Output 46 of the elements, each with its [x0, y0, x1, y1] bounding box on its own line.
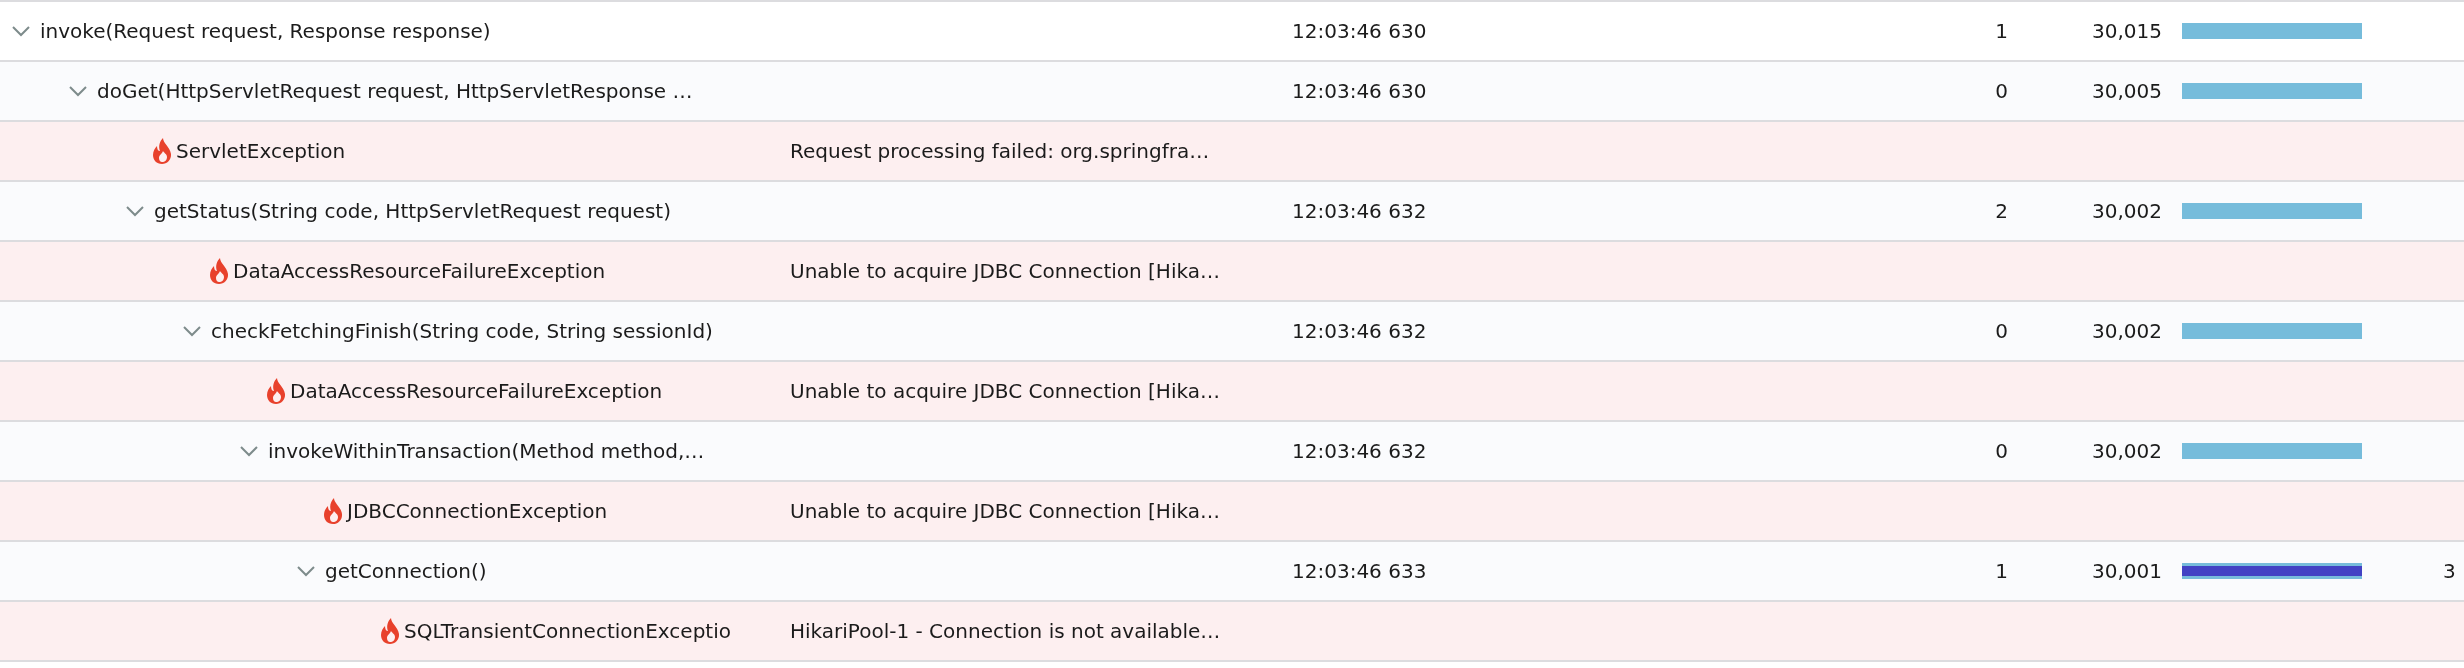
flame-icon — [380, 618, 400, 644]
method-name: invoke(Request request, Response response) — [40, 18, 491, 45]
call-count: 0 — [1995, 79, 2008, 103]
exception-name: DataAccessResourceFailureException — [290, 378, 663, 405]
exception-name: JDBCConnectionException — [347, 498, 608, 525]
duration: 30,002 — [2092, 439, 2162, 463]
exception-name: DataAccessResourceFailureException — [233, 258, 606, 285]
exception-message: Unable to acquire JDBC Connection [Hika… — [790, 259, 1220, 283]
exception-message: Request processing failed: org.springfra… — [790, 139, 1210, 163]
duration: 30,001 — [2092, 559, 2162, 583]
flame-icon — [152, 138, 172, 164]
exception-message: HikariPool-1 - Connection is not available… — [790, 619, 1221, 643]
flame-icon — [323, 498, 343, 524]
expand-chevron-icon[interactable] — [181, 324, 203, 338]
method-name: invokeWithinTransaction(Method method,… — [268, 438, 705, 465]
expand-chevron-icon[interactable] — [124, 204, 146, 218]
exception-name: SQLTransientConnectionExceptio — [404, 618, 731, 645]
timestamp: 12:03:46 630 — [1292, 19, 1427, 43]
method-name: getStatus(String code, HttpServletRequest request) — [154, 198, 671, 225]
expand-chevron-icon[interactable] — [238, 444, 260, 458]
duration: 30,002 — [2092, 199, 2162, 223]
method-name: checkFetchingFinish(String code, String sessionId) — [211, 318, 713, 345]
call-count: 1 — [1995, 559, 2008, 583]
exception-name: ServletException — [176, 138, 346, 165]
flame-icon — [209, 258, 229, 284]
timestamp: 12:03:46 632 — [1292, 439, 1427, 463]
method-name: getConnection() — [325, 558, 487, 585]
call-count: 0 — [1995, 439, 2008, 463]
duration: 30,002 — [2092, 319, 2162, 343]
timestamp: 12:03:46 630 — [1292, 79, 1427, 103]
expand-chevron-icon[interactable] — [67, 84, 89, 98]
expand-chevron-icon[interactable] — [10, 24, 32, 38]
timestamp: 12:03:46 632 — [1292, 199, 1427, 223]
call-count: 0 — [1995, 319, 2008, 343]
flame-icon — [266, 378, 286, 404]
duration: 30,005 — [2092, 79, 2162, 103]
exception-message: Unable to acquire JDBC Connection [Hika… — [790, 379, 1220, 403]
timestamp: 12:03:46 632 — [1292, 319, 1427, 343]
column-value: 3 — [2443, 559, 2456, 583]
call-count: 2 — [1995, 199, 2008, 223]
expand-chevron-icon[interactable] — [295, 564, 317, 578]
method-name: doGet(HttpServletRequest request, HttpServletResponse … — [97, 78, 693, 105]
call-count: 1 — [1995, 19, 2008, 43]
timestamp: 12:03:46 633 — [1292, 559, 1427, 583]
exception-message: Unable to acquire JDBC Connection [Hika… — [790, 499, 1220, 523]
duration: 30,015 — [2092, 19, 2162, 43]
